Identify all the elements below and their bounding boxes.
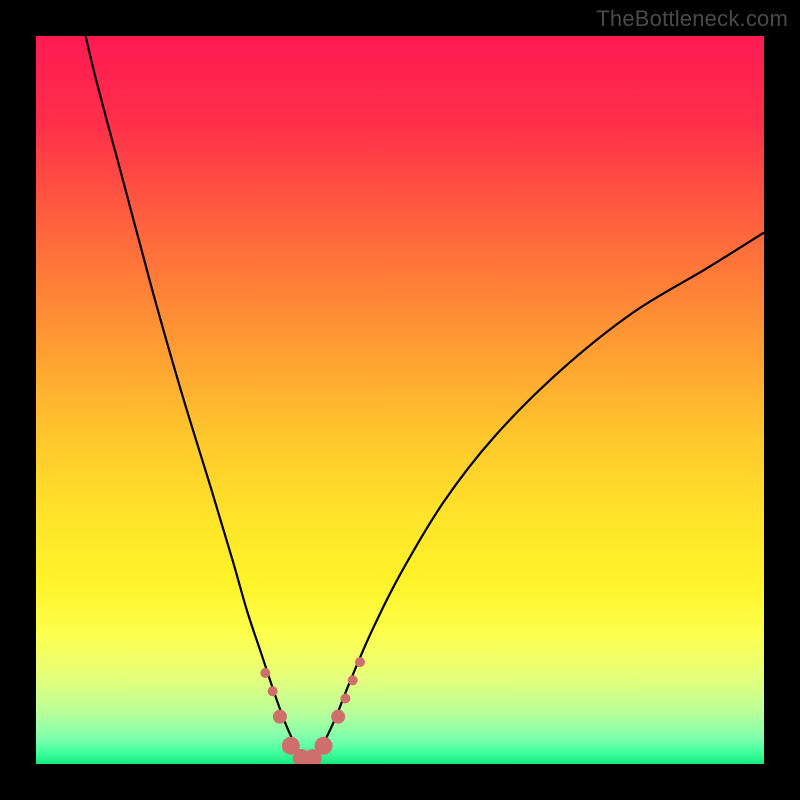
highlight-dot (331, 710, 345, 724)
highlight-dot (273, 710, 287, 724)
highlight-dot (348, 675, 358, 685)
highlight-markers (260, 657, 365, 764)
watermark-text: TheBottleneck.com (596, 6, 788, 32)
chart-frame: TheBottleneck.com (0, 0, 800, 800)
highlight-dot (315, 737, 333, 755)
curve-right (309, 233, 764, 761)
curve-layer (36, 36, 764, 764)
highlight-dot (260, 668, 270, 678)
highlight-dot (268, 686, 278, 696)
highlight-dot (355, 657, 365, 667)
curve-left (72, 36, 309, 760)
highlight-dot (340, 693, 350, 703)
plot-area (36, 36, 764, 764)
